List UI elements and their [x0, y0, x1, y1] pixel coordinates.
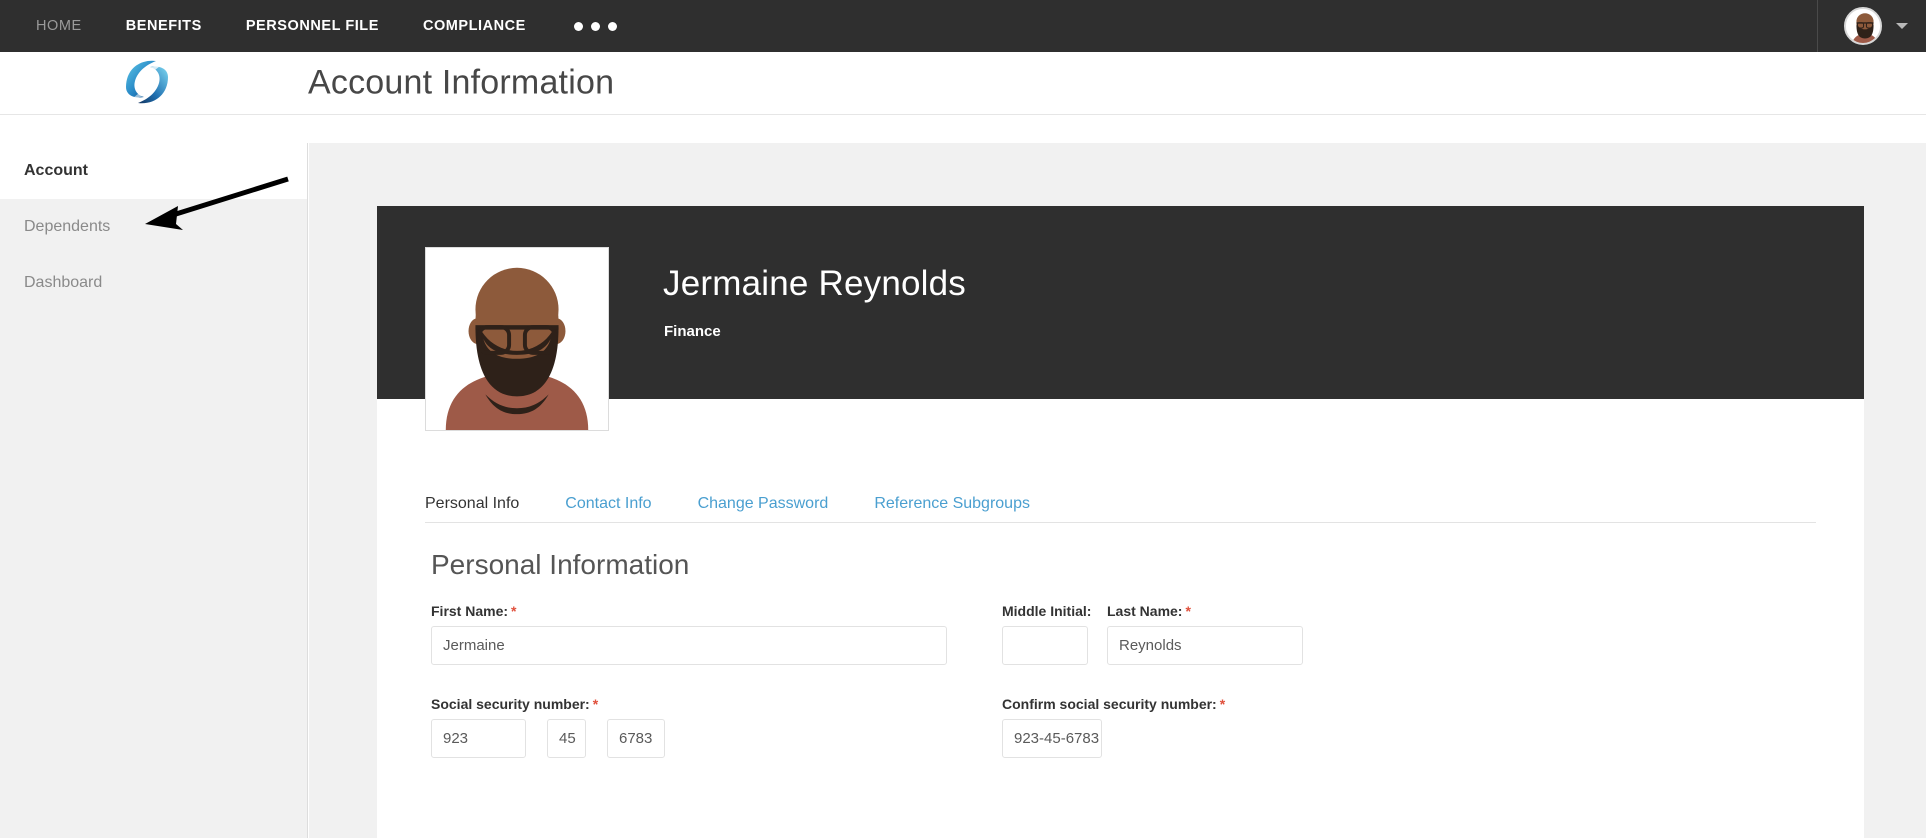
confirm-ssn-label: Confirm social security number: * [1002, 696, 1226, 712]
nav-item-compliance[interactable]: COMPLIANCE [401, 0, 548, 52]
ssn-part1-input[interactable]: 923 [431, 719, 526, 758]
tab-reference-subgroups[interactable]: Reference Subgroups [874, 494, 1030, 514]
tab-contact-info[interactable]: Contact Info [565, 494, 651, 514]
chevron-down-icon[interactable] [1896, 23, 1908, 29]
profile-name: Jermaine Reynolds [663, 264, 966, 303]
tab-divider [425, 522, 1816, 523]
last-name-label: Last Name: * [1107, 603, 1191, 619]
middle-initial-label: Middle Initial: [1002, 603, 1092, 619]
required-asterisk: * [1185, 603, 1191, 619]
confirm-ssn-input[interactable]: 923-45-6783 [1002, 719, 1102, 758]
required-asterisk: * [592, 696, 599, 712]
ellipsis-dot [607, 21, 617, 31]
section-title: Personal Information [431, 549, 690, 580]
first-name-input[interactable]: Jermaine [431, 626, 947, 665]
sidebar-item-account[interactable]: Account [0, 143, 307, 199]
tab-personal-info[interactable]: Personal Info [425, 494, 519, 514]
ellipsis-dot [590, 21, 600, 31]
nav-divider [1817, 0, 1818, 52]
tab-change-password[interactable]: Change Password [698, 494, 829, 514]
sidebar-item-label: Dashboard [24, 274, 103, 291]
middle-initial-input[interactable] [1002, 626, 1088, 665]
employee-portrait-icon[interactable] [425, 247, 609, 431]
first-name-label: First Name: * [431, 603, 517, 619]
last-name-input[interactable]: Reynolds [1107, 626, 1303, 665]
sidebar-item-dashboard[interactable]: Dashboard [0, 255, 307, 311]
field-confirm-ssn: Confirm social security number: * 923-45-… [1002, 696, 1226, 758]
form-row-names: First Name: * Jermaine Middle Initial: La… [431, 603, 1810, 696]
ellipsis-icon[interactable] [548, 0, 643, 52]
top-nav-right-cluster [1817, 0, 1926, 52]
required-asterisk: * [511, 603, 517, 619]
company-swirl-logo-icon[interactable] [118, 53, 176, 111]
nav-item-benefits[interactable]: BENEFITS [104, 0, 224, 52]
sidebar-item-dependents[interactable]: Dependents [0, 199, 307, 255]
sidebar-item-label: Dependents [24, 218, 111, 235]
page-title: Account Information [308, 63, 615, 102]
field-social-security-number: Social security number: * 923 45 6783 [431, 696, 665, 758]
top-nav-items: HOME BENEFITS PERSONNEL FILE COMPLIANCE [0, 0, 643, 52]
field-middle-initial: Middle Initial: [1002, 603, 1092, 665]
profile-banner: Jermaine Reynolds Finance [377, 206, 1864, 431]
nav-item-home[interactable]: HOME [14, 0, 104, 52]
profile-department: Finance [664, 323, 721, 340]
field-first-name: First Name: * Jermaine [431, 603, 947, 665]
field-last-name: Last Name: * Reynolds [1107, 603, 1303, 665]
ellipsis-dot [573, 21, 583, 31]
page-header: Account Information [0, 52, 1926, 115]
user-avatar-icon [1846, 9, 1880, 43]
nav-item-personnel-file[interactable]: PERSONNEL FILE [224, 0, 401, 52]
sidebar: Account Dependents Dashboard [0, 143, 308, 838]
personal-information-form: First Name: * Jermaine Middle Initial: La… [377, 603, 1864, 829]
form-row-ssn: Social security number: * 923 45 6783 Con… [431, 696, 1810, 789]
sidebar-item-label: Account [24, 162, 88, 179]
ssn-input-group: 923 45 6783 [431, 719, 665, 758]
top-navigation-bar: HOME BENEFITS PERSONNEL FILE COMPLIANCE [0, 0, 1926, 52]
required-asterisk: * [1219, 696, 1226, 712]
ssn-label: Social security number: * [431, 696, 599, 712]
account-card: Jermaine Reynolds Finance Personal Info … [377, 206, 1864, 838]
ssn-part3-input[interactable]: 6783 [607, 719, 665, 758]
avatar[interactable] [1844, 7, 1882, 45]
main-content: Jermaine Reynolds Finance Personal Info … [309, 143, 1926, 838]
ssn-part2-input[interactable]: 45 [547, 719, 586, 758]
tab-bar: Personal Info Contact Info Change Passwo… [377, 474, 1864, 514]
